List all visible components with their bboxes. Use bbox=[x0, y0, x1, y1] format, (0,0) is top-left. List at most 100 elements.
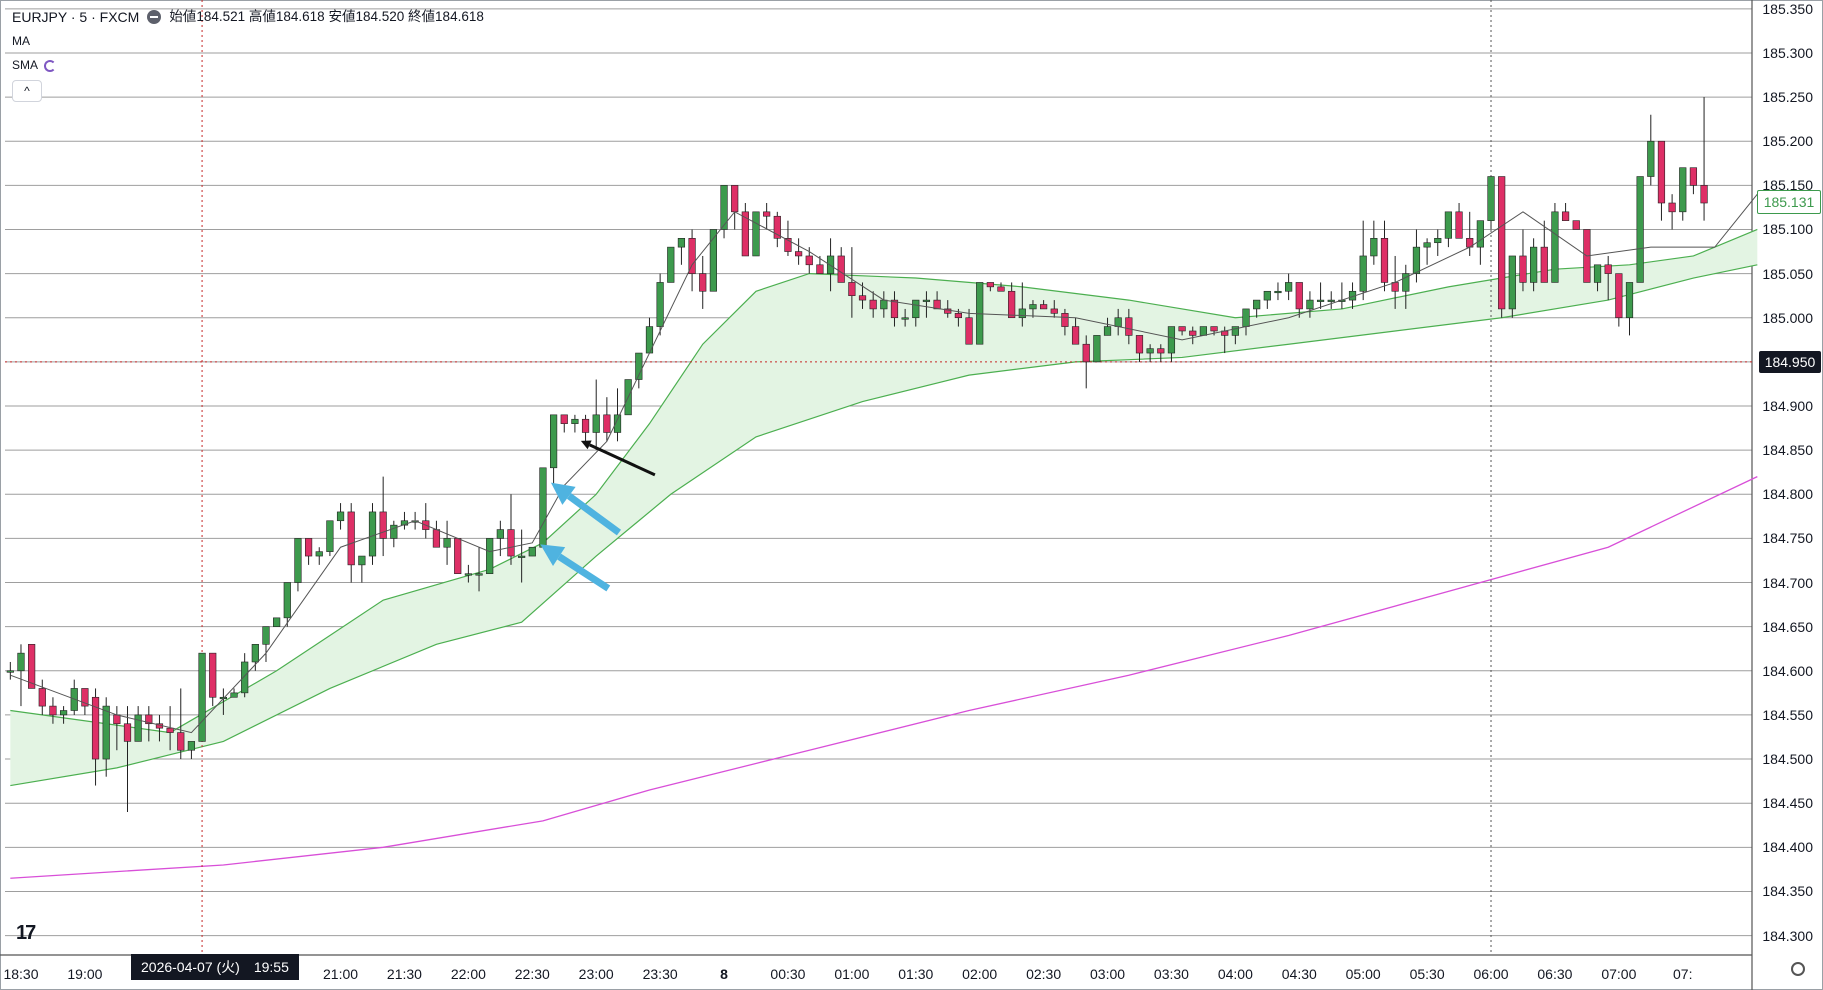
time-tick-label: 07:00 bbox=[1601, 966, 1637, 982]
candle-body bbox=[752, 211, 760, 257]
candle-body bbox=[581, 418, 590, 433]
candle-body bbox=[901, 317, 909, 320]
candle-body bbox=[1061, 313, 1069, 327]
candle-body bbox=[1561, 211, 1570, 221]
candle-body bbox=[699, 273, 707, 292]
time-tick-label: 23:00 bbox=[578, 966, 614, 982]
crosshair-time-label: 2026-04-07 (火) 19:55 bbox=[131, 954, 299, 980]
price-tick-label: 185.300 bbox=[1762, 44, 1813, 61]
candle-body bbox=[443, 538, 451, 548]
candle-body bbox=[475, 573, 483, 576]
candle-body bbox=[1071, 326, 1080, 345]
candle-body bbox=[1082, 343, 1090, 363]
candle-body bbox=[1327, 299, 1335, 302]
candle-body bbox=[134, 714, 142, 742]
price-tick-label: 184.650 bbox=[1762, 618, 1813, 635]
candle-body bbox=[869, 299, 877, 310]
price-tick-label: 184.450 bbox=[1762, 795, 1813, 812]
time-tick-label: 21:00 bbox=[323, 966, 359, 982]
candle-body bbox=[1647, 140, 1655, 177]
candle-body bbox=[1316, 299, 1325, 302]
candle-body bbox=[315, 551, 323, 557]
time-tick-label: 02:30 bbox=[1026, 966, 1062, 982]
price-tick-label: 184.800 bbox=[1762, 486, 1813, 503]
candle-body bbox=[251, 644, 259, 663]
price-tick-label: 185.200 bbox=[1762, 133, 1813, 150]
time-tick-label: 21:30 bbox=[386, 966, 422, 982]
candle-body bbox=[1689, 167, 1698, 186]
candle-body bbox=[230, 692, 238, 698]
indicator-sma[interactable]: SMA bbox=[12, 58, 57, 72]
candle-body bbox=[1008, 290, 1016, 319]
price-tick-label: 185.000 bbox=[1762, 309, 1813, 326]
candle-body bbox=[1476, 220, 1484, 248]
time-tick-label: 01:00 bbox=[834, 966, 870, 982]
candle-body bbox=[1657, 140, 1666, 204]
collapse-legend-button[interactable]: ^ bbox=[12, 80, 42, 102]
candle-body bbox=[1540, 246, 1548, 283]
candle-body bbox=[1668, 202, 1676, 213]
settings-icon[interactable] bbox=[1791, 962, 1805, 976]
candle-body bbox=[763, 211, 771, 217]
candle-body bbox=[1146, 348, 1154, 354]
tradingview-logo[interactable]: 17 bbox=[16, 922, 36, 945]
time-tick-label: 03:30 bbox=[1153, 966, 1189, 982]
candle-body bbox=[518, 555, 526, 558]
price-axis[interactable]: 185.350 185.300 185.250 185.200 185.150 185.1… bbox=[1755, 0, 1823, 958]
time-tick-label: 18:30 bbox=[3, 966, 39, 982]
time-tick-label: 8 bbox=[720, 966, 728, 982]
symbol-title[interactable]: EURJPY · 5 · FXCM bbox=[12, 8, 139, 26]
candle-body bbox=[922, 299, 931, 302]
time-tick-label: 06:30 bbox=[1537, 966, 1573, 982]
candle-body bbox=[1242, 308, 1250, 327]
candle-body bbox=[507, 529, 515, 557]
ohlc-values: 始値184.521 高値184.618 安値184.520 終値184.618 bbox=[169, 8, 484, 26]
candle-body bbox=[454, 538, 462, 575]
candle-body bbox=[1679, 167, 1687, 213]
refresh-icon[interactable] bbox=[44, 59, 57, 72]
candle-body bbox=[262, 626, 270, 645]
candle-body bbox=[1167, 326, 1176, 354]
time-tick-label: 01:30 bbox=[898, 966, 934, 982]
candle-body bbox=[358, 555, 366, 566]
candle-body bbox=[464, 573, 472, 576]
indicator-ma-label: MA bbox=[12, 34, 30, 48]
candle-body bbox=[59, 710, 68, 716]
candle-body bbox=[379, 511, 387, 539]
candle-body bbox=[1519, 255, 1527, 283]
candle-body bbox=[880, 299, 888, 310]
candle-body bbox=[1029, 304, 1037, 310]
candle-body bbox=[123, 723, 132, 742]
close-label: 終値 bbox=[408, 9, 436, 24]
candle-body bbox=[166, 727, 174, 733]
candle-body bbox=[1263, 290, 1271, 301]
high-value: 184.618 bbox=[275, 9, 325, 24]
candle-body bbox=[592, 414, 600, 433]
chevron-up-icon: ^ bbox=[24, 84, 30, 98]
candle-body bbox=[496, 529, 504, 539]
candle-body bbox=[1178, 326, 1186, 332]
candle-body bbox=[986, 282, 994, 288]
candle-body bbox=[6, 670, 14, 673]
candle-body bbox=[432, 529, 441, 548]
time-tick-label: 22:30 bbox=[514, 966, 550, 982]
candle-body bbox=[1380, 238, 1389, 283]
indicator-ma[interactable]: MA bbox=[12, 34, 30, 48]
candle-body bbox=[347, 511, 355, 566]
candle-body bbox=[17, 652, 25, 672]
candle-body bbox=[283, 582, 291, 619]
low-label: 安値 bbox=[328, 9, 356, 24]
candle-body bbox=[805, 255, 813, 266]
candle-body bbox=[113, 714, 121, 725]
candle-body bbox=[1487, 176, 1495, 221]
candle-body bbox=[571, 418, 579, 424]
price-tick-label: 185.100 bbox=[1762, 221, 1813, 238]
minus-icon[interactable] bbox=[147, 10, 162, 24]
time-tick-label: 04:00 bbox=[1217, 966, 1253, 982]
candle-body bbox=[336, 511, 345, 522]
low-value: 184.520 bbox=[355, 9, 405, 24]
candlestick-chart[interactable] bbox=[0, 0, 1823, 990]
candle-body bbox=[1050, 308, 1058, 314]
candle-body bbox=[858, 295, 867, 301]
price-tick-label: 184.750 bbox=[1762, 530, 1813, 547]
